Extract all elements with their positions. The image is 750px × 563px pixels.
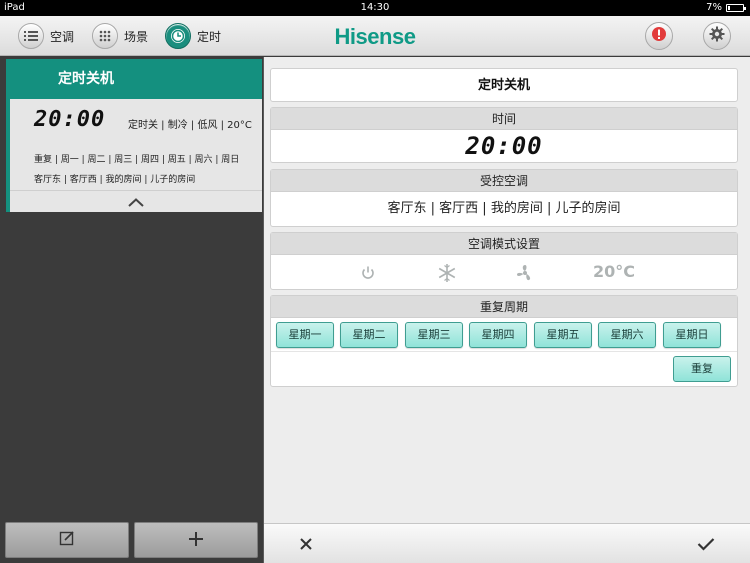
repeat-label: 重复周期 [271, 296, 737, 318]
day-buttons-row: 星期一 星期二 星期三 星期四 星期五 星期六 星期日 [271, 318, 737, 352]
timer-card-time: 20:00 [34, 107, 106, 132]
alert-icon [651, 26, 667, 46]
status-time: 14:30 [360, 2, 390, 13]
battery-icon [726, 4, 746, 12]
day-button-sun[interactable]: 星期日 [663, 322, 721, 348]
top-nav: 空调 场景 定时 Hisense [0, 16, 750, 56]
timer-detail-panel: 定时关机 时间 20:00 受控空调 客厅东 | 客厅西 | 我的房间 | 儿子… [263, 57, 750, 563]
ac-value[interactable]: 客厅东 | 客厅西 | 我的房间 | 儿子的房间 [271, 192, 737, 226]
timer-card[interactable]: 定时关机 20:00 定时关 | 制冷 | 低风 | 20°C 重复 | 周一 … [6, 59, 262, 212]
repeat-section: 重复周期 星期一 星期二 星期三 星期四 星期五 星期六 星期日 重复 [270, 295, 738, 387]
ac-label: 受控空调 [271, 170, 737, 192]
time-label: 时间 [271, 108, 737, 130]
snowflake-icon[interactable] [435, 261, 459, 285]
day-button-wed[interactable]: 星期三 [405, 322, 463, 348]
timer-card-repeat: 重复 | 周一 | 周二 | 周三 | 周四 | 周五 | 周六 | 周日 [34, 155, 240, 165]
brand-logo: Hisense [334, 24, 416, 49]
time-value[interactable]: 20:00 [271, 130, 737, 162]
add-button[interactable] [134, 522, 258, 558]
timer-card-rooms: 客厅东 | 客厅西 | 我的房间 | 儿子的房间 [34, 175, 196, 185]
time-section[interactable]: 时间 20:00 [270, 107, 738, 163]
alert-button[interactable] [645, 22, 673, 50]
settings-button[interactable] [703, 22, 731, 50]
day-button-tue[interactable]: 星期二 [340, 322, 398, 348]
mode-label: 空调模式设置 [271, 233, 737, 255]
gear-icon [709, 26, 725, 46]
fan-icon[interactable] [513, 261, 537, 285]
timer-list-panel: 定时关机 20:00 定时关 | 制冷 | 低风 | 20°C 重复 | 周一 … [0, 57, 262, 563]
repeat-button[interactable]: 重复 [673, 356, 731, 382]
status-bar: iPad 14:30 7% [0, 0, 750, 16]
day-button-fri[interactable]: 星期五 [534, 322, 592, 348]
cancel-icon[interactable] [296, 534, 316, 554]
confirm-icon[interactable] [696, 534, 716, 554]
day-button-thu[interactable]: 星期四 [469, 322, 527, 348]
ac-section[interactable]: 受控空调 客厅东 | 客厅西 | 我的房间 | 儿子的房间 [270, 169, 738, 227]
detail-title: 定时关机 [270, 68, 738, 102]
chevron-up-icon [128, 192, 144, 211]
detail-bottom-bar [264, 523, 750, 563]
power-icon[interactable] [356, 261, 380, 285]
edit-button[interactable] [5, 522, 129, 558]
battery-percent: 7% [706, 2, 722, 13]
plus-icon [189, 531, 203, 550]
day-button-mon[interactable]: 星期一 [276, 322, 334, 348]
timer-card-summary: 定时关 | 制冷 | 低风 | 20°C [128, 120, 252, 131]
edit-icon [59, 530, 75, 550]
mode-section: 空调模式设置 20°C [270, 232, 738, 290]
collapse-button[interactable] [10, 190, 262, 212]
day-button-sat[interactable]: 星期六 [598, 322, 656, 348]
mode-temperature[interactable]: 20°C [593, 262, 635, 281]
timer-card-title: 定时关机 [10, 59, 262, 99]
